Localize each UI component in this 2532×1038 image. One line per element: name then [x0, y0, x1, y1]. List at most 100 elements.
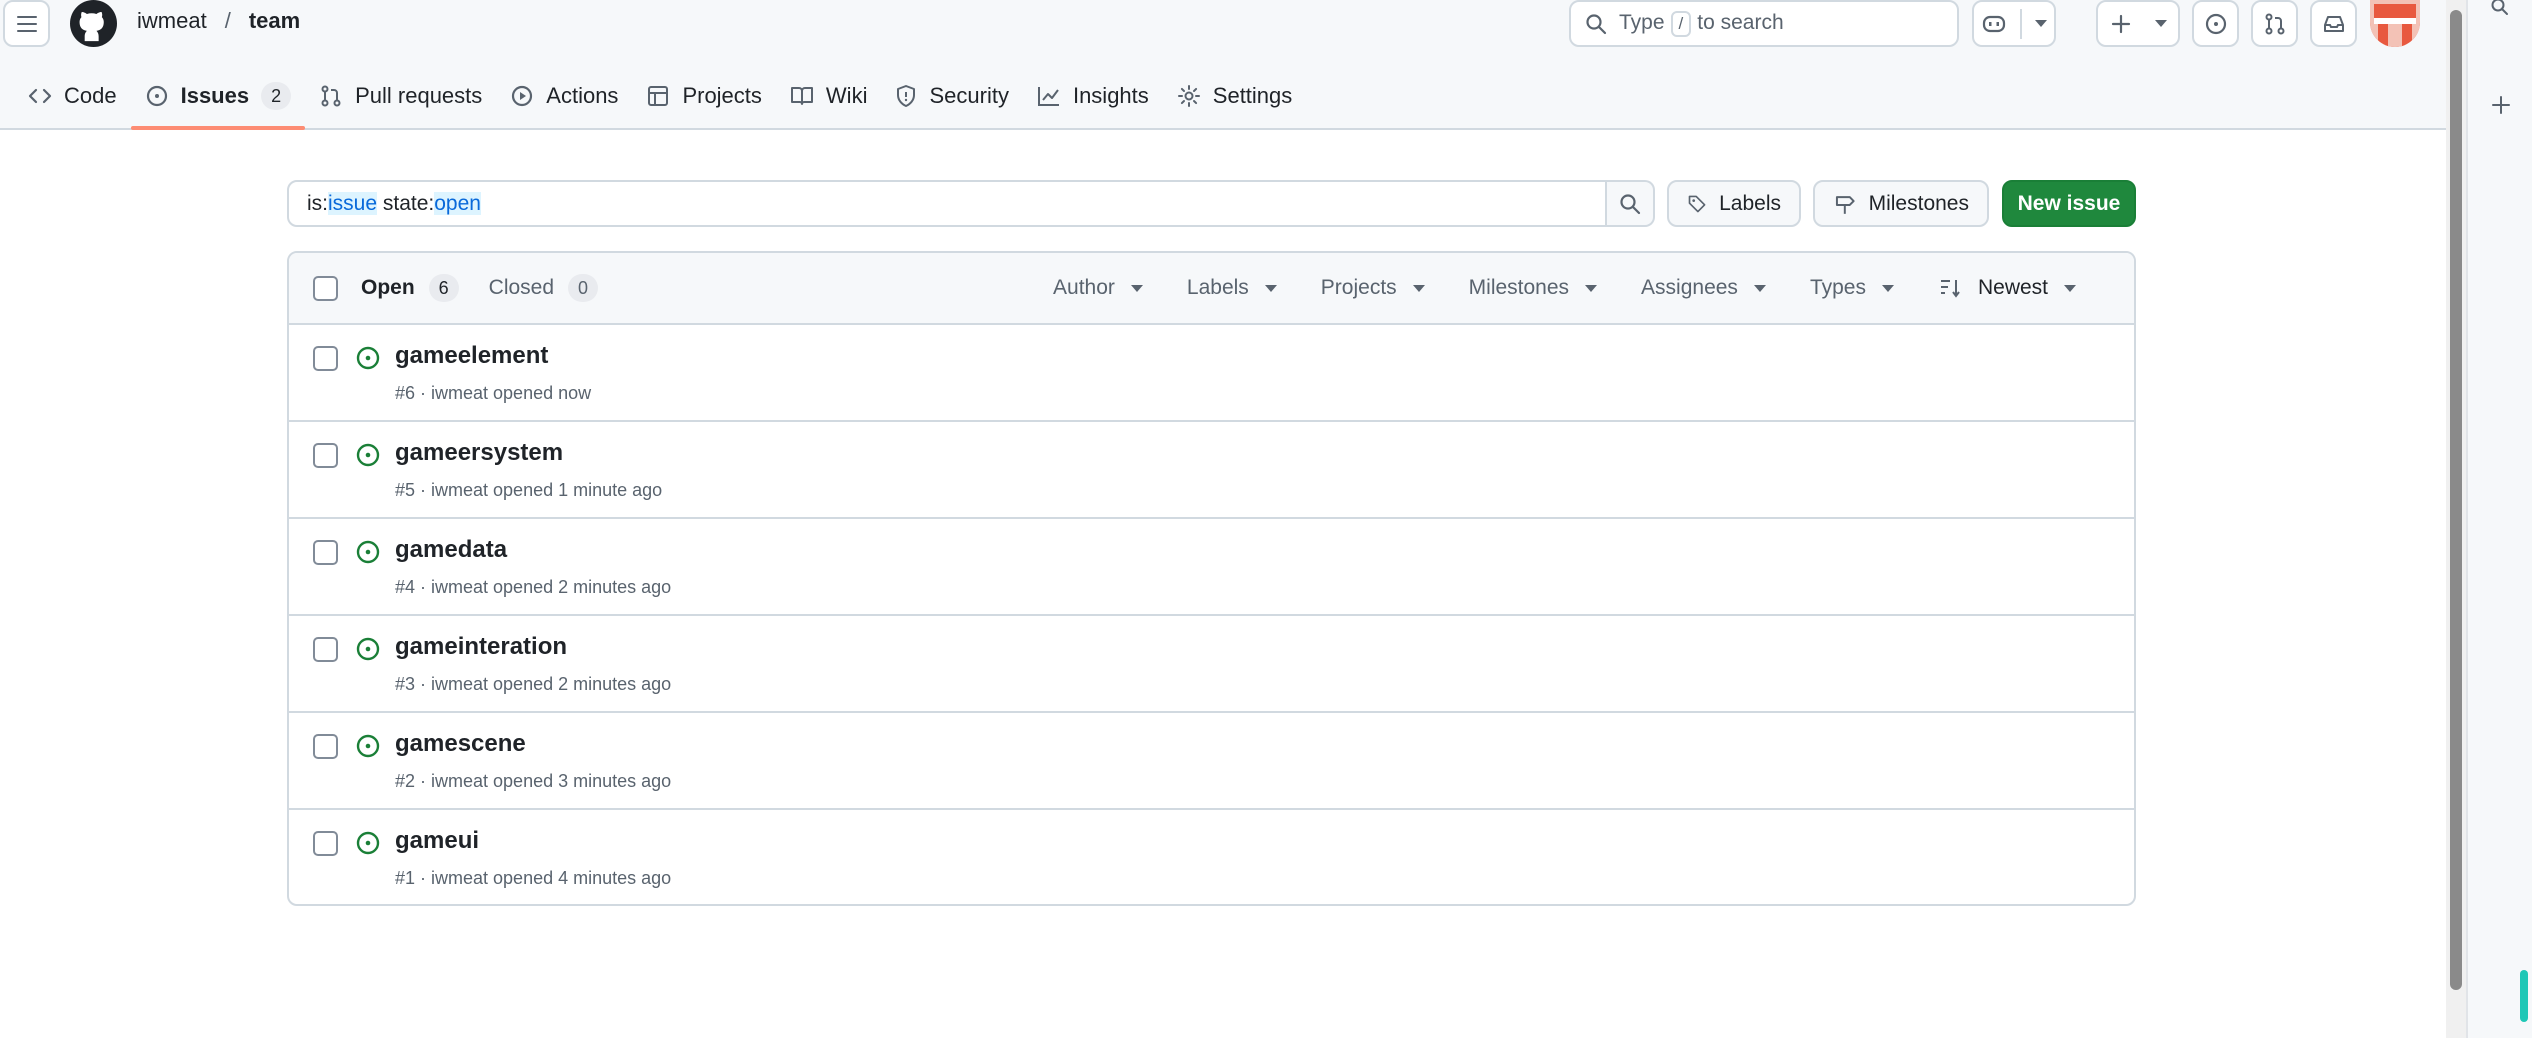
github-logo-icon[interactable] — [70, 0, 117, 47]
divider — [2019, 8, 2022, 39]
sort-dropdown[interactable]: Newest — [1916, 276, 2098, 300]
labels-button-label: Labels — [1719, 191, 1781, 215]
assignees-filter[interactable]: Assignees — [1619, 276, 1788, 300]
graph-icon — [1037, 87, 1059, 106]
open-tab-label: Open — [361, 276, 415, 299]
tab-wiki[interactable]: Wiki — [776, 74, 882, 118]
tab-label: Issues — [180, 83, 250, 108]
milestones-button[interactable]: Milestones — [1813, 180, 1989, 227]
tab-label: Settings — [1212, 83, 1293, 108]
issue-checkbox[interactable] — [313, 734, 338, 759]
types-filter[interactable]: Types — [1788, 276, 1916, 300]
scrollbar-thumb[interactable] — [2450, 10, 2462, 990]
gear-icon — [1177, 85, 1200, 107]
issue-title-link[interactable]: gameelement — [395, 342, 548, 370]
select-all-checkbox[interactable] — [313, 275, 338, 301]
chevron-down-icon[interactable] — [2035, 20, 2048, 27]
list-filters: Author Labels Projects Milestones Assign… — [1031, 276, 2098, 300]
issue-meta: #3 · iwmeat opened 2 minutes ago — [395, 674, 672, 694]
issue-checkbox[interactable] — [313, 346, 338, 371]
issues-search-input[interactable]: is:issue state:open — [287, 180, 1607, 227]
open-issues-tab[interactable]: Open 6 — [361, 274, 459, 302]
filter-label: Milestones — [1468, 276, 1570, 299]
tab-actions[interactable]: Actions — [496, 74, 632, 118]
issue-title-link[interactable]: gamedata — [395, 536, 507, 564]
issue-title-link[interactable]: gameersystem — [395, 439, 563, 467]
breadcrumb-repo[interactable]: team — [249, 8, 300, 34]
issues-search-button[interactable] — [1607, 180, 1655, 227]
table-icon — [648, 86, 669, 106]
issue-checkbox[interactable] — [313, 637, 338, 662]
labels-button[interactable]: Labels — [1667, 180, 1801, 227]
vertical-scrollbar[interactable] — [2446, 0, 2466, 1038]
code-icon — [28, 88, 52, 104]
projects-filter[interactable]: Projects — [1299, 276, 1447, 300]
chevron-down-icon — [1130, 284, 1143, 292]
issue-meta: #4 · iwmeat opened 2 minutes ago — [395, 577, 672, 597]
issue-checkbox[interactable] — [313, 540, 338, 565]
closed-tab-label: Closed — [488, 276, 555, 299]
issue-row[interactable]: gamescene #2 · iwmeat opened 3 minutes a… — [289, 713, 2134, 810]
repo-nav: Code Issues 2 Pull requests Actions Proj… — [14, 74, 1306, 130]
shield-icon — [897, 85, 916, 107]
search-icon — [1586, 13, 1607, 34]
chevron-down-icon — [1412, 284, 1425, 292]
tab-security[interactable]: Security — [881, 74, 1022, 118]
closed-issues-tab[interactable]: Closed 0 — [488, 274, 599, 302]
filter-label: Types — [1809, 276, 1866, 299]
new-issue-button[interactable]: New issue — [2002, 180, 2136, 227]
issue-row[interactable]: gamedata #4 · iwmeat opened 2 minutes ag… — [289, 519, 2134, 616]
menu-button[interactable] — [3, 0, 50, 47]
global-header: iwmeat / team Type / to search Code Issu… — [0, 0, 2446, 130]
tab-label: Code — [64, 83, 117, 108]
issue-row[interactable]: gameersystem #5 · iwmeat opened 1 minute… — [289, 422, 2134, 519]
breadcrumb-owner[interactable]: iwmeat — [137, 8, 207, 34]
issue-meta: #6 · iwmeat opened now — [395, 383, 592, 403]
inbox-icon — [2323, 15, 2344, 32]
hamburger-icon — [16, 15, 37, 32]
tab-projects[interactable]: Projects — [632, 74, 775, 118]
issue-checkbox[interactable] — [313, 831, 338, 856]
issue-row[interactable]: gameelement #6 · iwmeat opened now — [289, 325, 2134, 422]
search-shortcut-key: / — [1670, 10, 1692, 37]
tab-label: Actions — [546, 83, 619, 108]
author-filter[interactable]: Author — [1031, 276, 1165, 300]
copilot-button[interactable] — [1972, 0, 2056, 47]
milestones-filter[interactable]: Milestones — [1447, 276, 1619, 300]
create-new-button[interactable] — [2096, 0, 2180, 47]
tab-insights[interactable]: Insights — [1023, 74, 1163, 118]
inbox-button[interactable] — [2310, 0, 2357, 47]
tab-issues[interactable]: Issues 2 — [130, 74, 306, 130]
issue-opened-icon — [356, 637, 380, 661]
global-search-input[interactable]: Type / to search — [1569, 0, 1959, 47]
your-issues-button[interactable] — [2192, 0, 2239, 47]
your-pull-requests-button[interactable] — [2251, 0, 2298, 47]
issue-title-link[interactable]: gamescene — [395, 730, 526, 758]
issue-row[interactable]: gameinteration #3 · iwmeat opened 2 minu… — [289, 616, 2134, 713]
git-pull-request-icon — [321, 85, 341, 107]
milestones-button-label: Milestones — [1868, 191, 1969, 215]
avatar-image-icon — [2370, 0, 2420, 47]
breadcrumb-separator: / — [224, 8, 231, 33]
tab-pull-requests[interactable]: Pull requests — [305, 74, 496, 118]
tab-code[interactable]: Code — [14, 74, 131, 118]
avatar[interactable] — [2370, 0, 2420, 47]
plus-icon[interactable] — [2490, 94, 2512, 116]
chevron-down-icon — [2064, 284, 2076, 292]
search-icon[interactable] — [2490, 0, 2512, 16]
filter-label: Author — [1053, 276, 1115, 299]
issue-row[interactable]: gameui #1 · iwmeat opened 4 minutes ago — [289, 810, 2134, 904]
issue-checkbox[interactable] — [313, 443, 338, 468]
issue-opened-icon — [356, 831, 380, 855]
issue-title-link[interactable]: gameui — [395, 827, 479, 855]
issue-title-link[interactable]: gameinteration — [395, 633, 567, 661]
copilot-icon — [1982, 15, 2005, 32]
labels-filter[interactable]: Labels — [1165, 276, 1299, 300]
issue-opened-icon — [356, 443, 380, 467]
filter-label: Labels — [1186, 276, 1249, 299]
filter-label: Projects — [1320, 276, 1397, 299]
tab-label: Projects — [682, 83, 762, 108]
chevron-down-icon — [1881, 284, 1894, 292]
milestone-icon — [1835, 195, 1855, 214]
tab-settings[interactable]: Settings — [1163, 74, 1307, 118]
